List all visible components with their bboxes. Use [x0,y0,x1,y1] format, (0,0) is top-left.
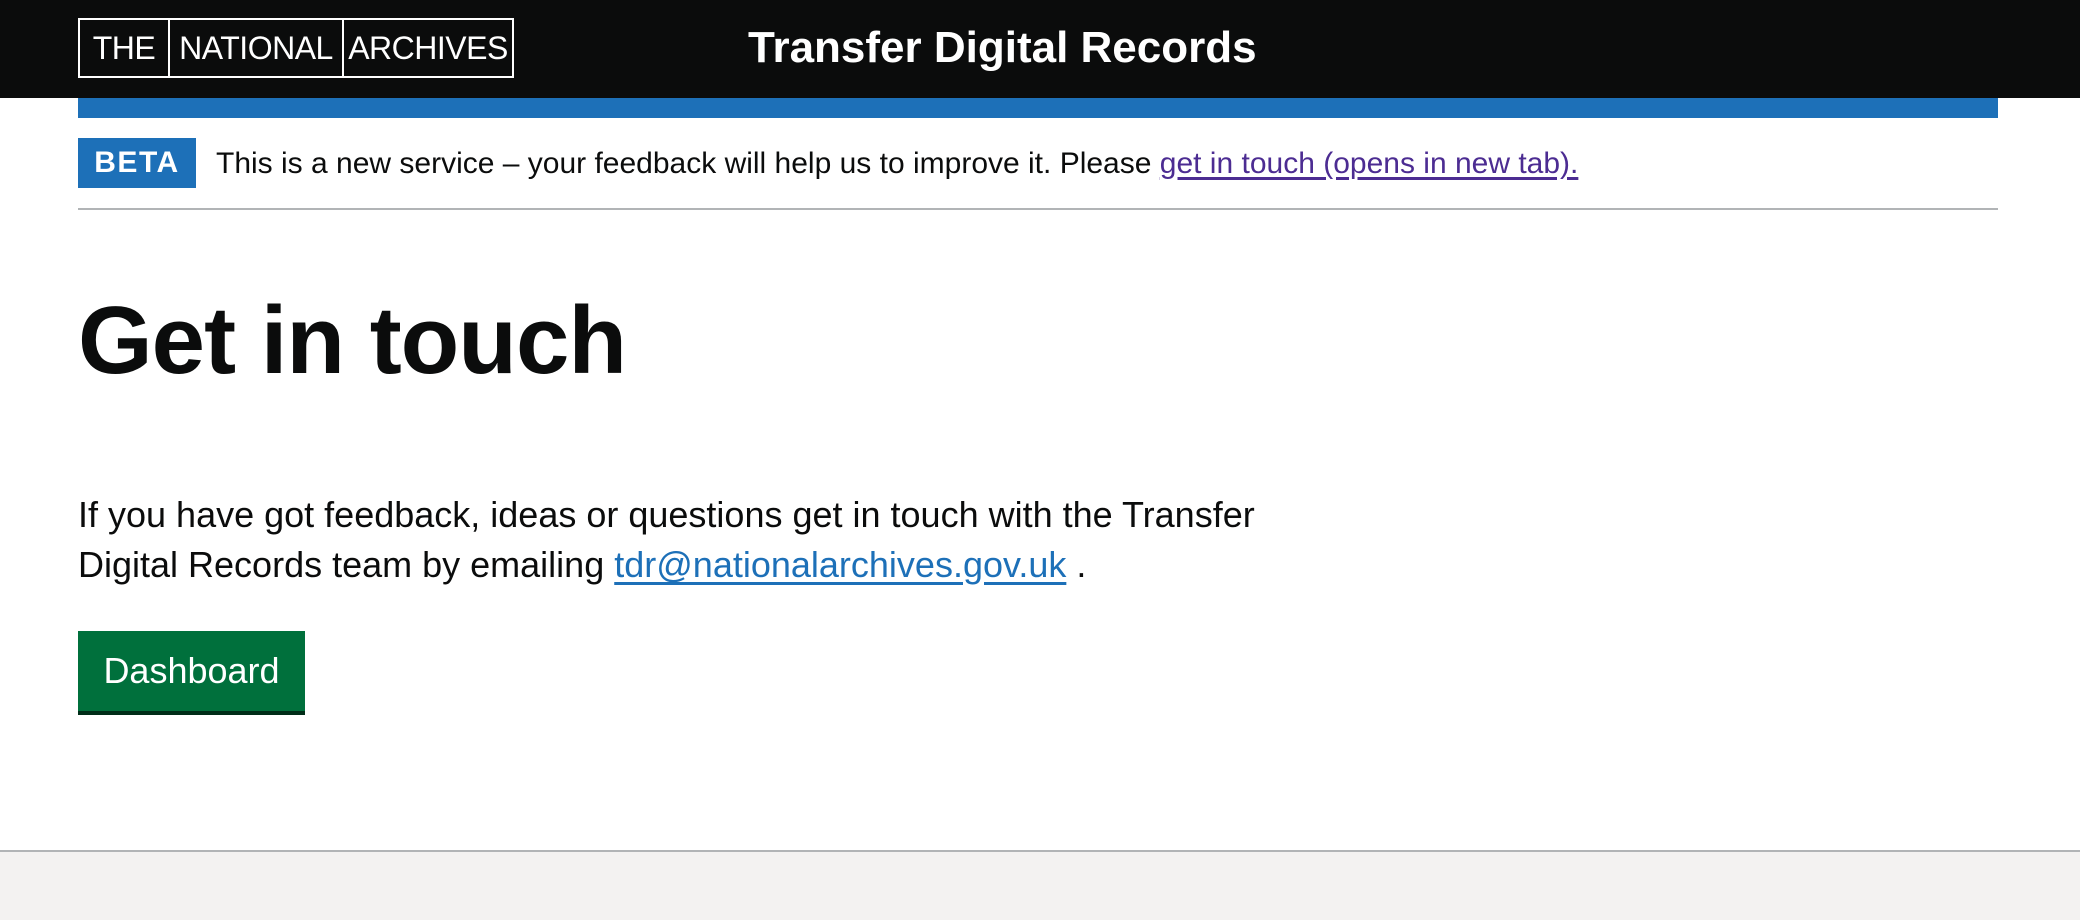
phase-banner-message: This is a new service – your feedback wi… [216,147,1160,180]
site-footer [0,850,2080,920]
beta-tag: BETA [78,138,196,188]
logo-word-national: NATIONAL [168,20,342,76]
phase-banner-text: This is a new service – your feedback wi… [216,144,1578,184]
national-archives-logo[interactable]: THE NATIONAL ARCHIVES [78,18,514,78]
feedback-link[interactable]: get in touch (opens in new tab). [1160,147,1579,180]
logo-word-the: THE [92,29,156,66]
site-header: THE NATIONAL ARCHIVES Transfer Digital R… [0,0,2080,98]
dashboard-button[interactable]: Dashboard [78,631,305,711]
service-name-link[interactable]: Transfer Digital Records [748,20,1257,76]
contact-text-end: . [1066,544,1087,585]
contact-paragraph: If you have got feedback, ideas or quest… [78,490,1338,590]
page-title: Get in touch [78,287,627,394]
phase-banner: BETA This is a new service – your feedba… [78,118,1998,210]
logo-word-archives: ARCHIVES [342,20,512,76]
header-accent-bar [78,98,1998,118]
email-link[interactable]: tdr@nationalarchives.gov.uk [614,544,1066,585]
